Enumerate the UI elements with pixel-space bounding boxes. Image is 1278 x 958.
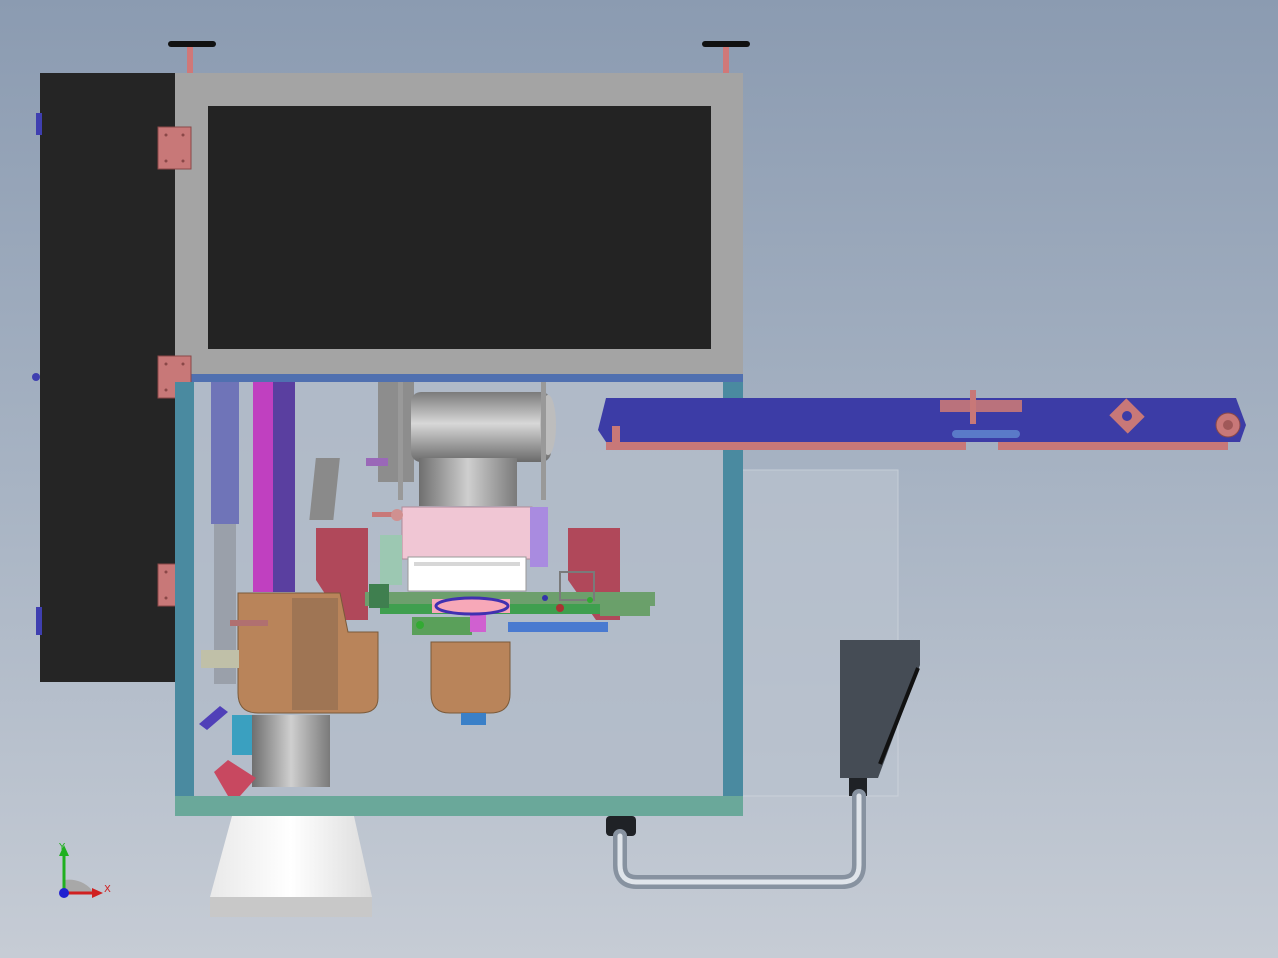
motor-housing[interactable] bbox=[411, 392, 551, 462]
side-block bbox=[201, 650, 239, 668]
cad-viewport[interactable]: Y X bbox=[0, 0, 1278, 958]
feed-bolt bbox=[230, 620, 268, 626]
hopper-left-front bbox=[292, 598, 338, 710]
frame-left-post bbox=[175, 382, 194, 798]
output-conveyor[interactable] bbox=[598, 390, 1246, 450]
motor-frame-left bbox=[398, 382, 403, 500]
magenta-column[interactable] bbox=[253, 382, 273, 592]
y-axis-label: Y bbox=[58, 842, 66, 853]
leveling-foot-right[interactable] bbox=[702, 41, 750, 73]
purple-column[interactable] bbox=[273, 382, 295, 592]
motor-bracket bbox=[378, 382, 414, 482]
screen-panel[interactable] bbox=[208, 106, 711, 349]
motor-frame-right bbox=[541, 382, 546, 500]
mold-side-plate bbox=[530, 507, 548, 567]
gearbox[interactable] bbox=[419, 458, 517, 506]
door-latch-bottom[interactable] bbox=[36, 607, 42, 635]
mold-block[interactable] bbox=[401, 506, 533, 560]
leveling-foot-left[interactable] bbox=[168, 41, 216, 73]
door-handle[interactable] bbox=[32, 373, 40, 381]
hopper-right-outlet bbox=[461, 713, 486, 725]
discharge-cylinder[interactable] bbox=[252, 715, 330, 787]
bottom-funnel[interactable] bbox=[210, 816, 372, 897]
cabinet-door[interactable] bbox=[40, 73, 175, 682]
pneumatic-cylinder[interactable] bbox=[211, 382, 239, 524]
control-box[interactable] bbox=[840, 640, 920, 778]
hinge-top[interactable] bbox=[157, 126, 192, 170]
hopper-right[interactable] bbox=[430, 641, 511, 714]
base-beam bbox=[175, 796, 743, 816]
adjuster-knob[interactable] bbox=[391, 509, 403, 521]
teal-block bbox=[232, 715, 252, 755]
upper-frame-rail bbox=[175, 374, 743, 382]
coordinate-triad bbox=[59, 845, 103, 898]
funnel-rim bbox=[210, 897, 372, 917]
x-axis-label: X bbox=[104, 884, 111, 895]
door-latch-top[interactable] bbox=[36, 113, 42, 135]
